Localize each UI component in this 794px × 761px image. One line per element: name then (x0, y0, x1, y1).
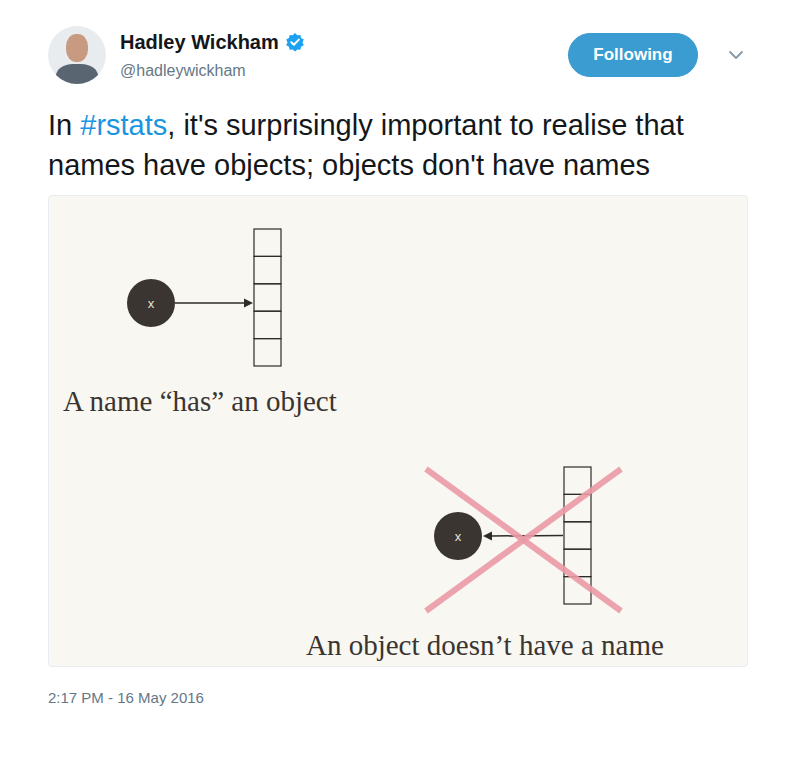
name-label: x (148, 296, 155, 311)
name-row: Hadley Wickham (120, 31, 305, 54)
author-name[interactable]: Hadley Wickham (120, 31, 279, 54)
arrow-head-icon (244, 299, 253, 308)
verified-badge-icon (285, 32, 305, 52)
following-button[interactable]: Following (568, 33, 698, 77)
name-to-object-diagram: x (127, 229, 281, 366)
author-info: Hadley Wickham @hadleywickham (120, 31, 305, 80)
object-cell (254, 256, 281, 283)
avatar-shirt (56, 64, 98, 84)
tweet-header: Hadley Wickham @hadleywickham Following (48, 25, 748, 85)
object-cell (254, 229, 281, 256)
name-circle (127, 279, 175, 327)
diagram-canvas: xx (49, 196, 748, 667)
name-circle (434, 512, 482, 560)
arrow-head-icon (483, 532, 492, 541)
chevron-down-icon[interactable] (728, 50, 744, 60)
object-cells (254, 229, 281, 366)
diagram-caption: A name “has” an object (63, 384, 337, 418)
cross-out-icon (426, 469, 621, 611)
diagram-caption: An object doesn’t have a name (306, 628, 664, 662)
avatar-photo[interactable] (48, 26, 106, 84)
tweet-card: Hadley Wickham @hadleywickham Following In … (0, 0, 794, 761)
object-cell (564, 522, 591, 549)
object-to-name-diagram: x (426, 467, 621, 611)
tweet-text-part: In (48, 109, 80, 141)
tweet-text: In #rstats, it's surprisingly important … (48, 105, 748, 185)
tweet-timestamp[interactable]: 2:17 PM - 16 May 2016 (48, 689, 748, 707)
name-label: x (455, 529, 462, 544)
hashtag-link[interactable]: #rstats (80, 109, 167, 141)
arrow-line (175, 302, 245, 304)
object-cell (254, 284, 281, 311)
author-handle[interactable]: @hadleywickham (120, 62, 305, 80)
avatar-face (66, 34, 88, 62)
object-cell (254, 339, 281, 366)
object-cell (254, 311, 281, 338)
tweet-image[interactable]: xxA name “has” an objectAn object doesn’… (48, 195, 748, 667)
